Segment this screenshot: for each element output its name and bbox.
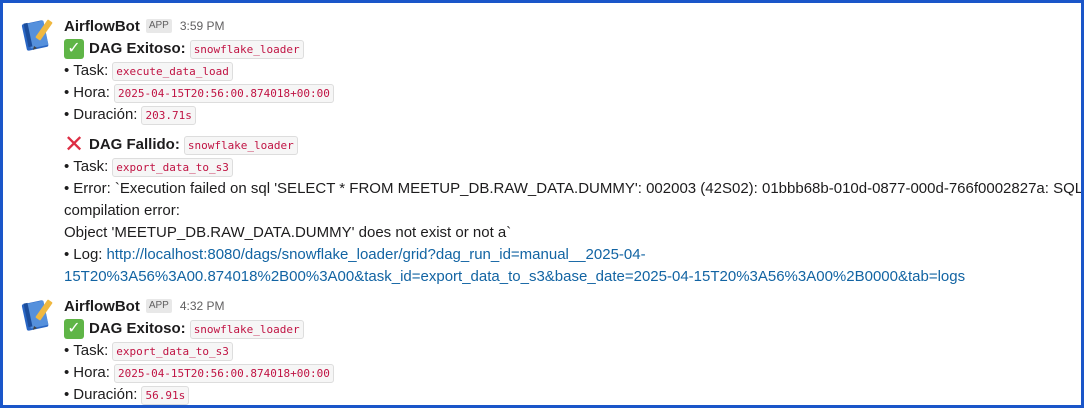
hora-code: 2025-04-15T20:56:00.874018+00:00 (113, 83, 334, 103)
error-text: Error: `Execution failed on sql 'SELECT … (73, 180, 1084, 197)
error-text-continued: Object 'MEETUP_DB.RAW_DATA.DUMMY' does n… (64, 224, 512, 241)
bullet: • (64, 386, 70, 403)
author-name[interactable]: AirflowBot (64, 298, 140, 315)
message-header: AirflowBot APP 3:59 PM (64, 16, 225, 36)
log-line-2: 15T20%3A56%3A00.874018%2B00%3A00&task_id… (64, 266, 965, 288)
message-header: AirflowBot APP 4:32 PM (64, 296, 225, 316)
log-link-continued[interactable]: 15T20%3A56%3A00.874018%2B00%3A00&task_id… (64, 266, 965, 288)
notebook-icon[interactable] (21, 16, 57, 52)
hora-label: Hora: (73, 364, 110, 381)
duracion-code: 203.71s (141, 105, 196, 125)
bullet: • (64, 342, 70, 359)
timestamp[interactable]: 3:59 PM (180, 19, 225, 33)
cross-mark-icon: ✕ (63, 131, 85, 158)
duracion-line: • Duración: 56.91s (64, 384, 190, 405)
error-line-2: compilation error: (64, 200, 180, 222)
log-label: Log: (73, 246, 103, 263)
duracion-line: • Duración: 203.71s (64, 104, 196, 126)
timestamp[interactable]: 4:32 PM (180, 299, 225, 313)
success-title-line: ✓ DAG Exitoso: snowflake_loader (64, 38, 304, 60)
duracion-code: 56.91s (141, 385, 190, 405)
success-title: DAG Exitoso: (89, 320, 186, 337)
author-name[interactable]: AirflowBot (64, 18, 140, 35)
task-line: • Task: export_data_to_s3 (64, 340, 233, 362)
bullet: • (64, 246, 70, 263)
app-badge: APP (145, 299, 172, 313)
failure-title-line: ✕ DAG Fallido: snowflake_loader (63, 131, 298, 158)
task-label: Task: (73, 342, 109, 359)
app-badge: APP (145, 19, 172, 33)
bullet: • (64, 106, 70, 123)
hora-code: 2025-04-15T20:56:00.874018+00:00 (113, 363, 334, 383)
duracion-label: Duración: (73, 106, 138, 123)
error-line-3: Object 'MEETUP_DB.RAW_DATA.DUMMY' does n… (64, 222, 511, 244)
hora-label: Hora: (73, 84, 110, 101)
task-line: • Task: execute_data_load (64, 60, 233, 82)
bullet: • (64, 62, 70, 79)
dag-code: snowflake_loader (189, 319, 304, 339)
dag-code: snowflake_loader (189, 39, 304, 59)
bullet: • (64, 364, 70, 381)
failure-title: DAG Fallido: (89, 136, 180, 153)
check-mark-button-icon: ✓ (64, 319, 84, 339)
success-title-line: ✓ DAG Exitoso: snowflake_loader (64, 318, 304, 340)
task-label: Task: (73, 62, 109, 79)
error-line-1: • Error: `Execution failed on sql 'SELEC… (64, 178, 1084, 200)
check-mark-button-icon: ✓ (64, 39, 84, 59)
success-title: DAG Exitoso: (89, 40, 186, 57)
notebook-icon[interactable] (21, 296, 57, 332)
task-code: execute_data_load (112, 61, 233, 81)
dag-code: snowflake_loader (183, 135, 298, 155)
task-code: export_data_to_s3 (112, 341, 233, 361)
duracion-label: Duración: (73, 386, 138, 403)
error-text-continued: compilation error: (64, 202, 180, 219)
failure-task-line: • Task: export_data_to_s3 (64, 156, 233, 178)
hora-line: • Hora: 2025-04-15T20:56:00.874018+00:00 (64, 82, 334, 104)
log-link[interactable]: http://localhost:8080/dags/snowflake_loa… (106, 244, 645, 266)
bullet: • (64, 84, 70, 101)
task-code: export_data_to_s3 (112, 157, 233, 177)
hora-line: • Hora: 2025-04-15T20:56:00.874018+00:00 (64, 362, 334, 384)
bullet: • (64, 158, 70, 175)
log-line-1: • Log: http://localhost:8080/dags/snowfl… (64, 244, 646, 266)
task-label: Task: (73, 158, 109, 175)
bullet: • (64, 180, 70, 197)
chat-window: AirflowBot APP 3:59 PM ✓ DAG Exitoso: sn… (0, 0, 1084, 408)
